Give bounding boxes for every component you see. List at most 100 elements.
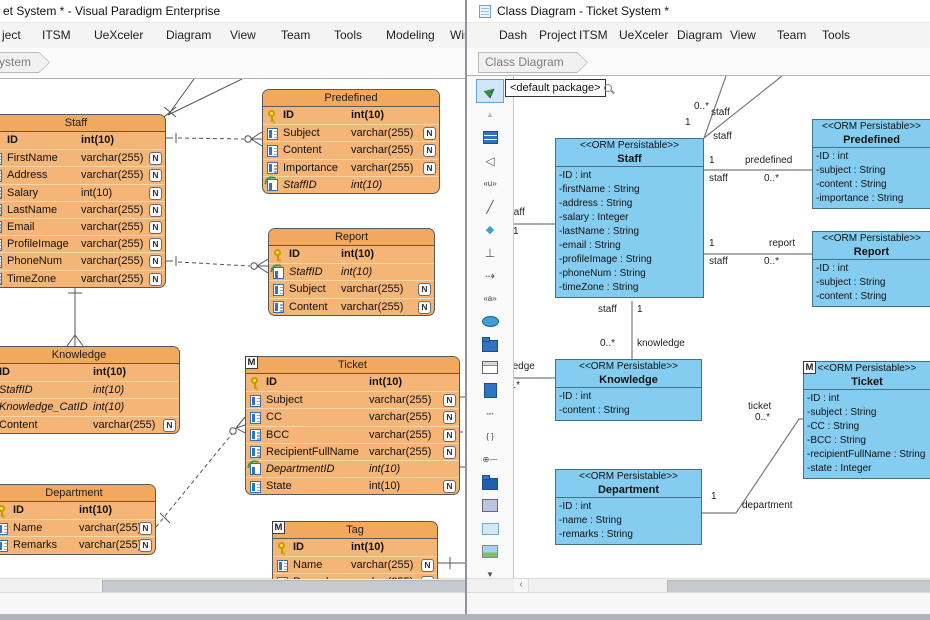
rectangle-tool-icon[interactable] bbox=[476, 518, 504, 540]
menu-item-itsm[interactable]: ITSM bbox=[579, 28, 608, 42]
frame-tool-icon[interactable] bbox=[476, 357, 504, 379]
menu-item-uexceler[interactable]: UeXceler bbox=[619, 28, 668, 42]
uml-class-department[interactable]: <<ORM Persistable>>Department-ID : int-n… bbox=[555, 469, 702, 545]
association-label: staff bbox=[711, 107, 730, 118]
tab-class-diagram[interactable]: Class Diagram bbox=[478, 52, 588, 73]
menu-item-uexceler[interactable]: UeXceler bbox=[94, 28, 143, 42]
scroll-down-tool-icon[interactable]: ▼ bbox=[476, 564, 504, 579]
erd-row[interactable]: IDint(10) bbox=[0, 132, 165, 149]
tab-ticket-system[interactable]: System bbox=[0, 52, 50, 73]
uml-class-ticket[interactable]: M<<ORM Persistable>>Ticket-ID : int-subj… bbox=[803, 361, 930, 479]
image-tool-icon[interactable] bbox=[476, 541, 504, 563]
erd-table-department[interactable]: DepartmentIDint(10)Namevarchar(255)NRema… bbox=[0, 484, 156, 555]
usage-tool-icon[interactable]: «u» bbox=[476, 173, 504, 195]
erd-row[interactable]: ProfileImagevarchar(255)N bbox=[0, 235, 165, 252]
erd-row[interactable]: StaffIDint(10) bbox=[263, 176, 439, 193]
scroll-left-button[interactable]: ‹ bbox=[514, 579, 529, 592]
erd-row[interactable]: PhoneNumvarchar(255)N bbox=[0, 252, 165, 269]
erd-table-staff[interactable]: StaffIDint(10)FirstNamevarchar(255)NAddr… bbox=[0, 114, 166, 288]
erd-table-report[interactable]: ReportIDint(10)StaffIDint(10)Subjectvarc… bbox=[268, 228, 435, 316]
menu-item-diagram[interactable]: Diagram bbox=[166, 28, 211, 42]
erd-row[interactable]: DepartmentIDint(10) bbox=[246, 460, 459, 477]
uml-class-staff[interactable]: <<ORM Persistable>>Staff-ID : int-firstN… bbox=[555, 138, 704, 298]
erd-row[interactable]: FirstNamevarchar(255)N bbox=[0, 149, 165, 166]
column-name: Salary bbox=[7, 185, 38, 201]
menu-item-diagram[interactable]: Diagram bbox=[677, 28, 722, 42]
erd-row[interactable]: Namevarchar(255)N bbox=[273, 556, 437, 573]
erd-row[interactable]: Contentvarchar(255)N bbox=[0, 416, 179, 433]
erd-row[interactable]: Namevarchar(255)N bbox=[0, 519, 155, 536]
cursor-tool-icon[interactable]: ▶ bbox=[476, 79, 504, 103]
composite-tool-icon[interactable] bbox=[476, 495, 504, 517]
erd-row[interactable]: TimeZonevarchar(255)N bbox=[0, 270, 165, 287]
menu-item-modeling[interactable]: Modeling bbox=[386, 28, 435, 42]
menu-item-view[interactable]: View bbox=[230, 28, 256, 42]
erd-row[interactable]: Remarksvarchar(255)N bbox=[0, 536, 155, 553]
dependency-tool-icon[interactable]: ⇢ bbox=[476, 265, 504, 287]
erd-row[interactable]: LastNamevarchar(255)N bbox=[0, 201, 165, 218]
note-tool-icon[interactable] bbox=[476, 380, 504, 402]
erd-canvas[interactable]: StaffIDint(10) FirstNamevarchar(255)NAddr… bbox=[0, 78, 465, 579]
erd-row[interactable]: Stateint(10)N bbox=[246, 477, 459, 494]
erd-row[interactable]: BCCvarchar(255)N bbox=[246, 426, 459, 443]
window-title-text: et System * - Visual Paradigm Enterprise bbox=[3, 4, 220, 18]
menu-item-team[interactable]: Team bbox=[777, 28, 806, 42]
anchor-tool-icon[interactable]: «a» bbox=[476, 288, 504, 310]
aggregation-tool-icon[interactable]: ◆ bbox=[476, 219, 504, 241]
desktop: { "left_window": { "title": "et System *… bbox=[0, 0, 930, 620]
ellipse-tool-icon[interactable] bbox=[476, 311, 504, 333]
dotted-line-tool-icon[interactable]: ┄ bbox=[476, 403, 504, 425]
menu-item-winc[interactable]: Winc bbox=[450, 28, 465, 42]
erd-table-knowledge[interactable]: KnowledgeIDint(10)StaffIDint(10)Knowledg… bbox=[0, 346, 180, 434]
menu-item-itsm[interactable]: ITSM bbox=[42, 28, 71, 42]
erd-row[interactable]: RecipientFullNamevarchar(255)N bbox=[246, 443, 459, 460]
erd-row[interactable]: Salaryint(10)N bbox=[0, 184, 165, 201]
erd-row[interactable]: Contentvarchar(255)N bbox=[269, 298, 434, 315]
menu-item-team[interactable]: Team bbox=[281, 28, 310, 42]
package-selector[interactable]: <default package> bbox=[505, 79, 606, 97]
erd-row[interactable]: IDint(10) bbox=[269, 246, 434, 263]
package-tool-icon[interactable] bbox=[476, 334, 504, 356]
uml-class-knowledge[interactable]: <<ORM Persistable>>Knowledge-ID : int-co… bbox=[555, 359, 702, 421]
erd-table-tag[interactable]: MTagIDint(10)Namevarchar(255)NRemarksvar… bbox=[272, 521, 438, 579]
constraint-tool-icon[interactable]: { } bbox=[476, 426, 504, 448]
erd-row[interactable]: IDint(10) bbox=[0, 364, 179, 381]
erd-row[interactable]: IDint(10) bbox=[246, 374, 459, 391]
socket-tool-icon[interactable]: ⊕— bbox=[476, 449, 504, 471]
uml-canvas[interactable]: <<ORM Persistable>>Staff-ID : int-firstN… bbox=[514, 75, 930, 579]
erd-row[interactable]: IDint(10) bbox=[273, 539, 437, 556]
erd-row[interactable]: Subjectvarchar(255)N bbox=[263, 124, 439, 141]
menu-item-tools[interactable]: Tools bbox=[334, 28, 362, 42]
erd-row[interactable]: IDint(10) bbox=[263, 107, 439, 124]
erd-table-ticket[interactable]: MTicketIDint(10)Subjectvarchar(255)NCCva… bbox=[245, 356, 460, 495]
erd-row[interactable]: Knowledge_CatIDint(10) bbox=[0, 398, 179, 415]
erd-row[interactable]: Remarksvarchar(255)N bbox=[273, 573, 437, 579]
horizontal-scrollbar[interactable]: ‹ bbox=[467, 578, 930, 592]
containment-tool-icon[interactable]: ⊥ bbox=[476, 242, 504, 264]
menu-item-project[interactable]: Project bbox=[539, 28, 576, 42]
menu-item-tools[interactable]: Tools bbox=[822, 28, 850, 42]
horizontal-scrollbar[interactable] bbox=[0, 578, 465, 592]
menu-item-ject[interactable]: ject bbox=[2, 28, 21, 42]
uml-class-predefined[interactable]: <<ORM Persistable>>Predefined-ID : int-s… bbox=[812, 119, 930, 209]
erd-row[interactable]: Contentvarchar(255)N bbox=[263, 141, 439, 158]
association-tool-icon[interactable]: ◁ bbox=[476, 150, 504, 172]
erd-row[interactable]: CCvarchar(255)N bbox=[246, 408, 459, 425]
erd-row[interactable]: Subjectvarchar(255)N bbox=[246, 391, 459, 408]
scroll-up-tool-icon[interactable]: ▲ bbox=[476, 104, 504, 126]
line-tool-icon[interactable]: ╱ bbox=[476, 196, 504, 218]
erd-table-predefined[interactable]: PredefinedIDint(10)Subjectvarchar(255)NC… bbox=[262, 89, 440, 194]
erd-row[interactable]: Emailvarchar(255)N bbox=[0, 218, 165, 235]
erd-row[interactable]: StaffIDint(10) bbox=[0, 381, 179, 398]
erd-row[interactable]: Importancevarchar(255)N bbox=[263, 159, 439, 176]
menu-item-view[interactable]: View bbox=[730, 28, 756, 42]
magnifier-icon[interactable] bbox=[604, 84, 614, 94]
uml-class-report[interactable]: <<ORM Persistable>>Report-ID : int-subje… bbox=[812, 231, 930, 307]
menu-item-dash[interactable]: Dash bbox=[499, 28, 527, 42]
class-tool-icon[interactable] bbox=[476, 127, 504, 149]
erd-row[interactable]: Addressvarchar(255)N bbox=[0, 166, 165, 183]
erd-row[interactable]: IDint(10) bbox=[0, 502, 155, 519]
folder-tool-icon[interactable] bbox=[476, 472, 504, 494]
erd-row[interactable]: Subjectvarchar(255)N bbox=[269, 280, 434, 297]
erd-row[interactable]: StaffIDint(10) bbox=[269, 263, 434, 280]
